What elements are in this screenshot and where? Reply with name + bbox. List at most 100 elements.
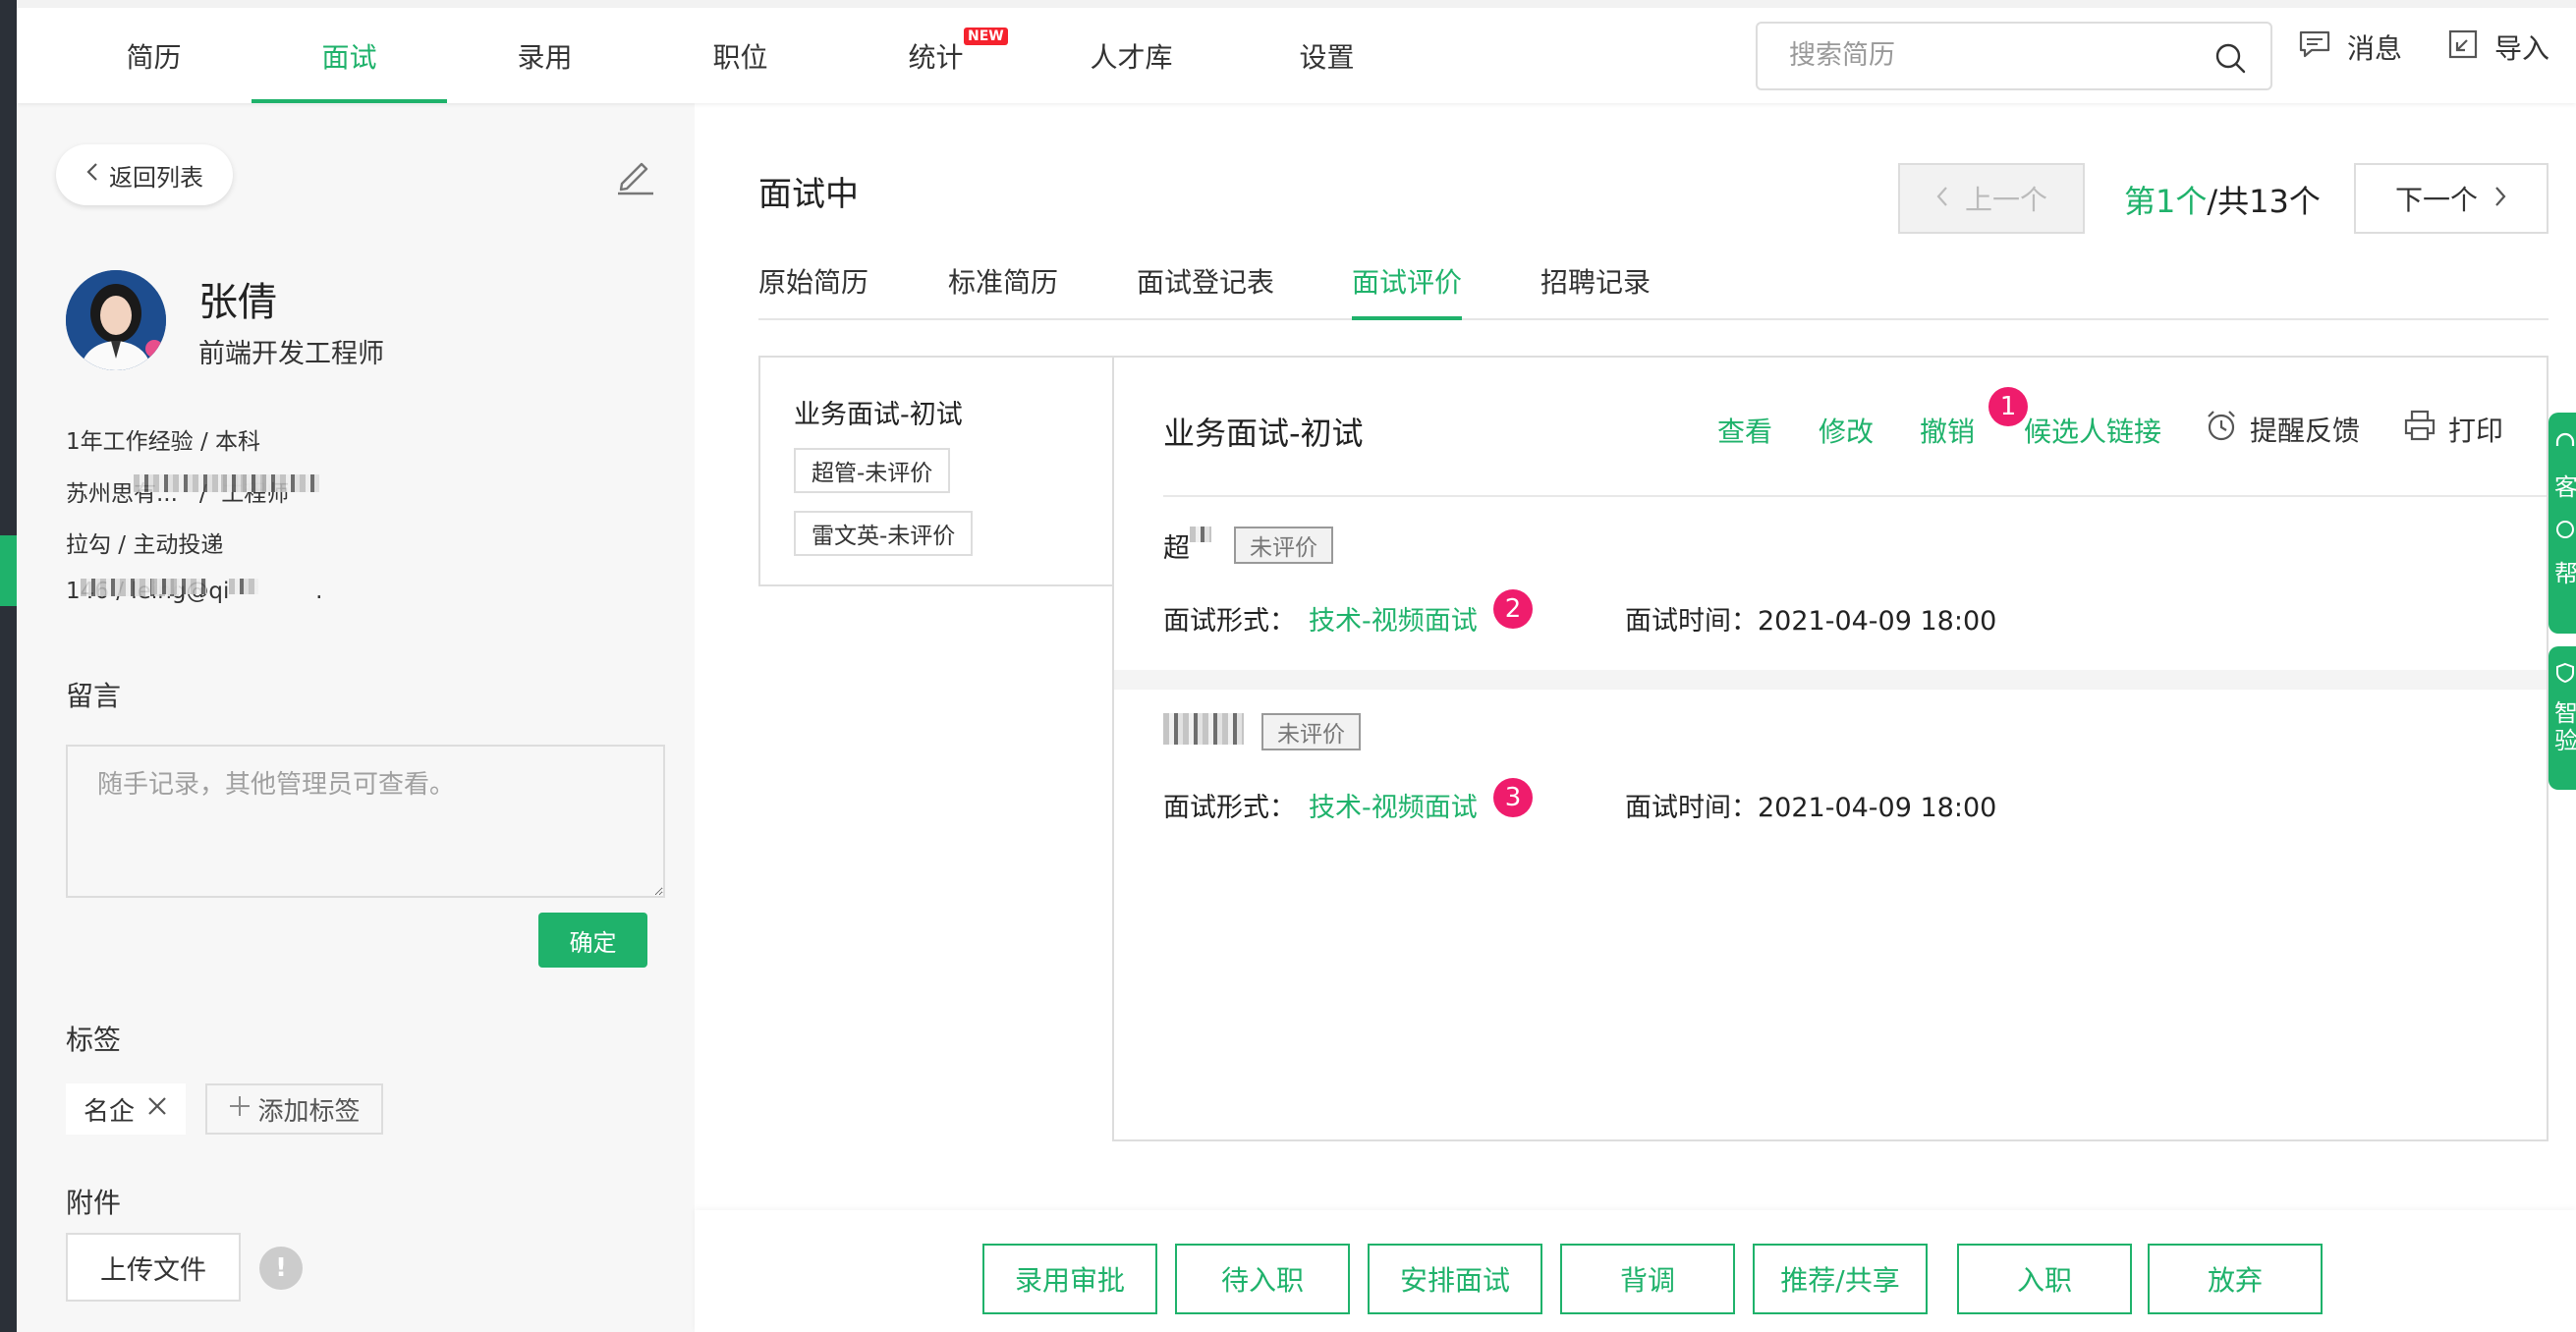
nav-tab-label: 录用 xyxy=(517,40,573,74)
tab-recruitment-history[interactable]: 招聘记录 xyxy=(1540,261,1651,316)
note-section-title: 留言 xyxy=(66,680,122,712)
step-badge: 3 xyxy=(1493,778,1533,817)
nav-tab-stats[interactable]: 统计 NEW xyxy=(838,8,1034,103)
interview-status-title: 面试中 xyxy=(758,175,859,214)
attachments-section-title: 附件 xyxy=(66,1187,122,1219)
interview-time-label: 面试时间： xyxy=(1625,793,1758,823)
pending-onboard-button[interactable]: 待入职 xyxy=(1175,1244,1350,1314)
contact-line: 146 / leing@qi . xyxy=(66,579,322,604)
onboard-button[interactable]: 入职 xyxy=(1957,1244,2132,1314)
pager-current: 1个 xyxy=(2156,183,2208,220)
tab-interview-registration[interactable]: 面试登记表 xyxy=(1137,261,1274,316)
interviewer-name: 超 xyxy=(1163,527,1211,565)
note-textarea[interactable] xyxy=(66,745,665,898)
interview-time-value: 2021-04-09 18:00 xyxy=(1758,606,1997,637)
tab-original-resume[interactable]: 原始简历 xyxy=(758,261,868,316)
previous-candidate-button[interactable]: 上一个 xyxy=(1898,163,2085,234)
step-badge: 2 xyxy=(1493,589,1533,629)
tab-standard-resume[interactable]: 标准简历 xyxy=(948,261,1058,316)
evaluation-round-list: 业务面试-初试 超管-未评价 雷文英-未评价 xyxy=(758,356,1114,586)
nav-tab-resume[interactable]: 简历 xyxy=(56,8,252,103)
import-button[interactable]: 导入 xyxy=(2447,28,2549,67)
app-side-rail xyxy=(0,0,17,1332)
recommend-share-button[interactable]: 推荐/共享 xyxy=(1753,1244,1928,1314)
nav-tab-interview[interactable]: 面试 xyxy=(252,8,447,103)
print-label: 打印 xyxy=(2448,414,2504,447)
remind-label: 提醒反馈 xyxy=(2250,414,2361,447)
back-label: 返回列表 xyxy=(109,163,203,192)
candidate-link[interactable]: 候选人链接 xyxy=(2024,411,2161,450)
confirm-note-button[interactable]: 确定 xyxy=(538,913,647,968)
resume-search xyxy=(1756,22,2272,90)
search-icon[interactable] xyxy=(2213,41,2247,79)
redacted-text xyxy=(1190,527,1211,542)
source-channel: 拉勾 / 主动投递 xyxy=(66,532,224,558)
tag-chip: 名企 xyxy=(66,1083,186,1135)
section-gap xyxy=(1114,670,2547,690)
support-label: 客 xyxy=(2554,473,2576,501)
next-candidate-button[interactable]: 下一个 xyxy=(2354,163,2548,234)
interview-time: 面试时间：2021-04-09 18:00 xyxy=(1625,599,1996,638)
email-end: . xyxy=(315,579,323,604)
chevron-left-icon xyxy=(85,161,99,189)
interview-form-label: 面试形式： xyxy=(1163,606,1296,637)
hire-approval-button[interactable]: 录用审批 xyxy=(982,1244,1157,1314)
edit-link[interactable]: 修改 xyxy=(1819,411,1874,450)
tag-label: 名企 xyxy=(83,1096,135,1127)
printer-icon xyxy=(2403,409,2436,449)
current-company-line: 苏州思 有... / 工程师 xyxy=(66,474,320,508)
nav-tab-talent-pool[interactable]: 人才库 xyxy=(1034,8,1229,103)
add-tag-label: 添加标签 xyxy=(257,1096,361,1127)
messages-button[interactable]: 消息 xyxy=(2298,28,2402,67)
nav-tab-label: 简历 xyxy=(126,40,182,74)
close-icon[interactable] xyxy=(146,1094,168,1124)
interviewer-name-text: 超 xyxy=(1163,533,1190,564)
experience-education: 1年工作经验 / 本科 xyxy=(66,429,261,455)
import-icon xyxy=(2447,28,2479,67)
smart-label: 智 验 xyxy=(2554,699,2576,754)
interview-form-link[interactable]: 技术-视频面试 xyxy=(1309,599,1478,638)
interview-time-value: 2021-04-09 18:00 xyxy=(1758,793,1997,823)
search-input[interactable] xyxy=(1787,39,2204,72)
pager-total: /共13个 xyxy=(2207,183,2321,220)
back-to-list-button[interactable]: 返回列表 xyxy=(56,144,233,205)
pager-prefix: 第 xyxy=(2124,183,2156,220)
print-button[interactable]: 打印 xyxy=(2403,409,2503,449)
status-badge: 未评价 xyxy=(1261,713,1361,750)
nav-tab-settings[interactable]: 设置 xyxy=(1229,8,1425,103)
detail-tabs: 原始简历 标准简历 面试登记表 面试评价 招聘记录 xyxy=(758,248,2548,320)
edit-icon[interactable] xyxy=(614,154,655,199)
redacted-text xyxy=(221,474,320,492)
candidate-pager: 第1个/共13个 xyxy=(2124,177,2321,222)
top-navigation: 简历 面试 录用 职位 统计NEW 人才库 设置 消息 导入 xyxy=(17,0,2576,103)
remind-feedback-button[interactable]: 提醒反馈 xyxy=(2205,409,2360,449)
interview-form-link[interactable]: 技术-视频面试 xyxy=(1309,786,1478,824)
schedule-interview-button[interactable]: 安排面试 xyxy=(1368,1244,1542,1314)
candidate-position: 前端开发工程师 xyxy=(198,339,384,369)
bottom-action-bar: 录用审批 待入职 安排面试 背调 推荐/共享 入职 放弃 xyxy=(695,1210,2576,1332)
round-title[interactable]: 业务面试-初试 xyxy=(794,393,963,431)
view-link[interactable]: 查看 xyxy=(1717,411,1772,450)
interviewer-eval-chip[interactable]: 雷文英-未评价 xyxy=(794,511,974,556)
floating-support-tab[interactable]: 客 帮 xyxy=(2548,413,2576,634)
tab-interview-evaluation[interactable]: 面试评价 xyxy=(1352,261,1463,320)
interview-form-label: 面试形式： xyxy=(1163,793,1296,823)
import-label: 导入 xyxy=(2494,32,2550,65)
nav-tab-hire[interactable]: 录用 xyxy=(447,8,643,103)
add-tag-button[interactable]: 添加标签 xyxy=(205,1083,383,1135)
avatar xyxy=(66,270,166,370)
abandon-button[interactable]: 放弃 xyxy=(2148,1244,2323,1314)
interviewer-eval-chip[interactable]: 超管-未评价 xyxy=(794,448,951,493)
nav-tab-jobs[interactable]: 职位 xyxy=(643,8,838,103)
nav-tabs: 简历 面试 录用 职位 统计 NEW 人才库 设置 xyxy=(56,8,1425,103)
background-check-button[interactable]: 背调 xyxy=(1560,1244,1735,1314)
upload-file-button[interactable]: 上传文件 xyxy=(66,1233,241,1302)
tags-section-title: 标签 xyxy=(66,1024,122,1056)
help-icon xyxy=(2554,519,2576,546)
next-label: 下一个 xyxy=(2394,184,2478,216)
message-icon xyxy=(2298,29,2331,66)
floating-smart-tab[interactable]: 智 验 xyxy=(2548,646,2576,790)
info-icon[interactable]: ! xyxy=(259,1247,303,1290)
detail-title: 业务面试-初试 xyxy=(1163,415,1364,452)
revoke-link[interactable]: 撤销 xyxy=(1920,411,1975,450)
